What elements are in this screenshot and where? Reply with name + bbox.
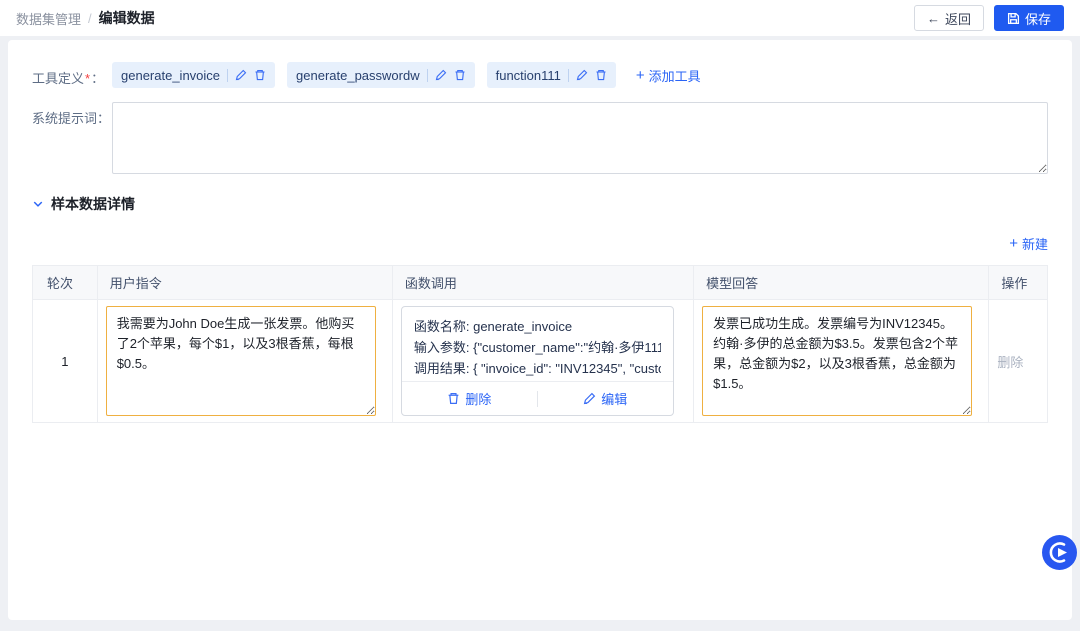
new-round-button[interactable]: + 新建 bbox=[1009, 234, 1048, 253]
save-icon bbox=[1007, 12, 1020, 25]
plus-icon: + bbox=[636, 68, 645, 83]
function-result-line: 调用结果: { "invoice_id": "INV12345", "custo… bbox=[414, 358, 661, 379]
tool-definition-label-text: 工具定义 bbox=[32, 71, 84, 86]
delete-trash-icon[interactable] bbox=[454, 69, 466, 81]
back-button[interactable]: ← 返回 bbox=[914, 5, 984, 31]
function-name-line: 函数名称: generate_invoice bbox=[414, 316, 661, 337]
function-call-body: 函数名称: generate_invoice 输入参数: {"customer_… bbox=[402, 307, 673, 381]
sample-data-section-title: 样本数据详情 bbox=[51, 194, 135, 214]
tag-divider bbox=[568, 69, 569, 82]
breadcrumb: 数据集管理 / 编辑数据 bbox=[16, 8, 155, 28]
breadcrumb-edit-data: 编辑数据 bbox=[99, 8, 155, 28]
function-call-cell: 函数名称: generate_invoice 输入参数: {"customer_… bbox=[392, 300, 693, 423]
add-tool-button[interactable]: + 添加工具 bbox=[636, 66, 701, 85]
add-tool-label: 添加工具 bbox=[649, 66, 701, 85]
function-edit-label: 编辑 bbox=[601, 389, 627, 408]
user-instruction-cell: 我需要为John Doe生成一张发票。他购买了2个苹果，每个$1，以及3根香蕉，… bbox=[97, 300, 392, 423]
user-instruction-textarea[interactable]: 我需要为John Doe生成一张发票。他购买了2个苹果，每个$1，以及3根香蕉，… bbox=[106, 306, 376, 416]
new-round-label: 新建 bbox=[1022, 234, 1048, 253]
round-number-cell: 1 bbox=[33, 300, 98, 423]
column-header-operation: 操作 bbox=[989, 266, 1048, 300]
save-button-label: 保存 bbox=[1025, 9, 1051, 28]
function-call-card: 函数名称: generate_invoice 输入参数: {"customer_… bbox=[401, 306, 674, 416]
floating-assistant-button[interactable] bbox=[1041, 534, 1078, 571]
function-delete-button[interactable]: 删除 bbox=[402, 389, 537, 408]
function-edit-button[interactable]: 编辑 bbox=[538, 389, 673, 408]
sample-data-section-header[interactable]: 样本数据详情 bbox=[32, 194, 1048, 214]
save-button[interactable]: 保存 bbox=[994, 5, 1064, 31]
pencil-icon bbox=[583, 392, 596, 405]
breadcrumb-separator: / bbox=[88, 11, 92, 26]
tool-tag-list: generate_invoice generate_passwordw bbox=[112, 62, 701, 88]
operation-cell: 删除 bbox=[989, 300, 1048, 423]
system-prompt-row: 系统提示词： bbox=[32, 102, 1048, 174]
assistant-logo-icon bbox=[1041, 534, 1078, 571]
function-params-line: 输入参数: {"customer_name":"约翰·多伊111222","i.… bbox=[414, 337, 661, 358]
tool-definition-label: 工具定义*： bbox=[32, 62, 112, 88]
delete-trash-icon[interactable] bbox=[595, 69, 607, 81]
table-header-row: 轮次 用户指令 函数调用 模型回答 操作 bbox=[33, 266, 1048, 300]
table-row: 1 我需要为John Doe生成一张发票。他购买了2个苹果，每个$1，以及3根香… bbox=[33, 300, 1048, 423]
required-asterisk: * bbox=[85, 71, 90, 86]
system-prompt-textarea[interactable] bbox=[112, 102, 1048, 174]
edit-pencil-icon[interactable] bbox=[435, 69, 447, 81]
back-button-label: 返回 bbox=[945, 9, 971, 28]
header-actions: ← 返回 保存 bbox=[914, 5, 1064, 31]
tool-tag-label: function111 bbox=[496, 68, 561, 83]
delete-trash-icon[interactable] bbox=[254, 69, 266, 81]
edit-pencil-icon[interactable] bbox=[576, 69, 588, 81]
column-header-function-call: 函数调用 bbox=[392, 266, 693, 300]
tool-tag-label: generate_invoice bbox=[121, 68, 220, 83]
back-arrow-icon: ← bbox=[927, 11, 940, 26]
chevron-down-icon bbox=[32, 198, 44, 210]
column-header-user-instruction: 用户指令 bbox=[97, 266, 392, 300]
edit-data-card: 工具定义*： generate_invoice generate_pas bbox=[8, 40, 1072, 620]
model-answer-cell: 发票已成功生成。发票编号为INV12345。约翰·多伊的总金额为$3.5。发票包… bbox=[694, 300, 989, 423]
table-toolbar: + 新建 bbox=[32, 234, 1048, 253]
model-answer-textarea[interactable]: 发票已成功生成。发票编号为INV12345。约翰·多伊的总金额为$3.5。发票包… bbox=[702, 306, 972, 416]
tool-definition-colon: ： bbox=[91, 71, 104, 86]
tool-tag-generate-passwordw: generate_passwordw bbox=[287, 62, 475, 88]
tag-divider bbox=[227, 69, 228, 82]
top-header-bar: 数据集管理 / 编辑数据 ← 返回 保存 bbox=[0, 0, 1080, 36]
breadcrumb-dataset-management[interactable]: 数据集管理 bbox=[16, 9, 81, 28]
tool-tag-generate-invoice: generate_invoice bbox=[112, 62, 275, 88]
tool-tag-function111: function111 bbox=[487, 62, 616, 88]
sample-data-table: 轮次 用户指令 函数调用 模型回答 操作 1 我需要为John Doe生成一张发… bbox=[32, 265, 1048, 423]
plus-icon: + bbox=[1009, 236, 1018, 251]
tag-divider bbox=[427, 69, 428, 82]
row-delete-button[interactable]: 删除 bbox=[997, 355, 1023, 370]
function-delete-label: 删除 bbox=[465, 389, 491, 408]
trash-icon bbox=[447, 392, 460, 405]
system-prompt-label: 系统提示词： bbox=[32, 102, 112, 174]
edit-pencil-icon[interactable] bbox=[235, 69, 247, 81]
column-header-round: 轮次 bbox=[33, 266, 98, 300]
tool-definition-row: 工具定义*： generate_invoice generate_pas bbox=[32, 62, 1048, 88]
function-call-footer: 删除 编辑 bbox=[402, 381, 673, 415]
column-header-model-answer: 模型回答 bbox=[694, 266, 989, 300]
tool-tag-label: generate_passwordw bbox=[296, 68, 420, 83]
